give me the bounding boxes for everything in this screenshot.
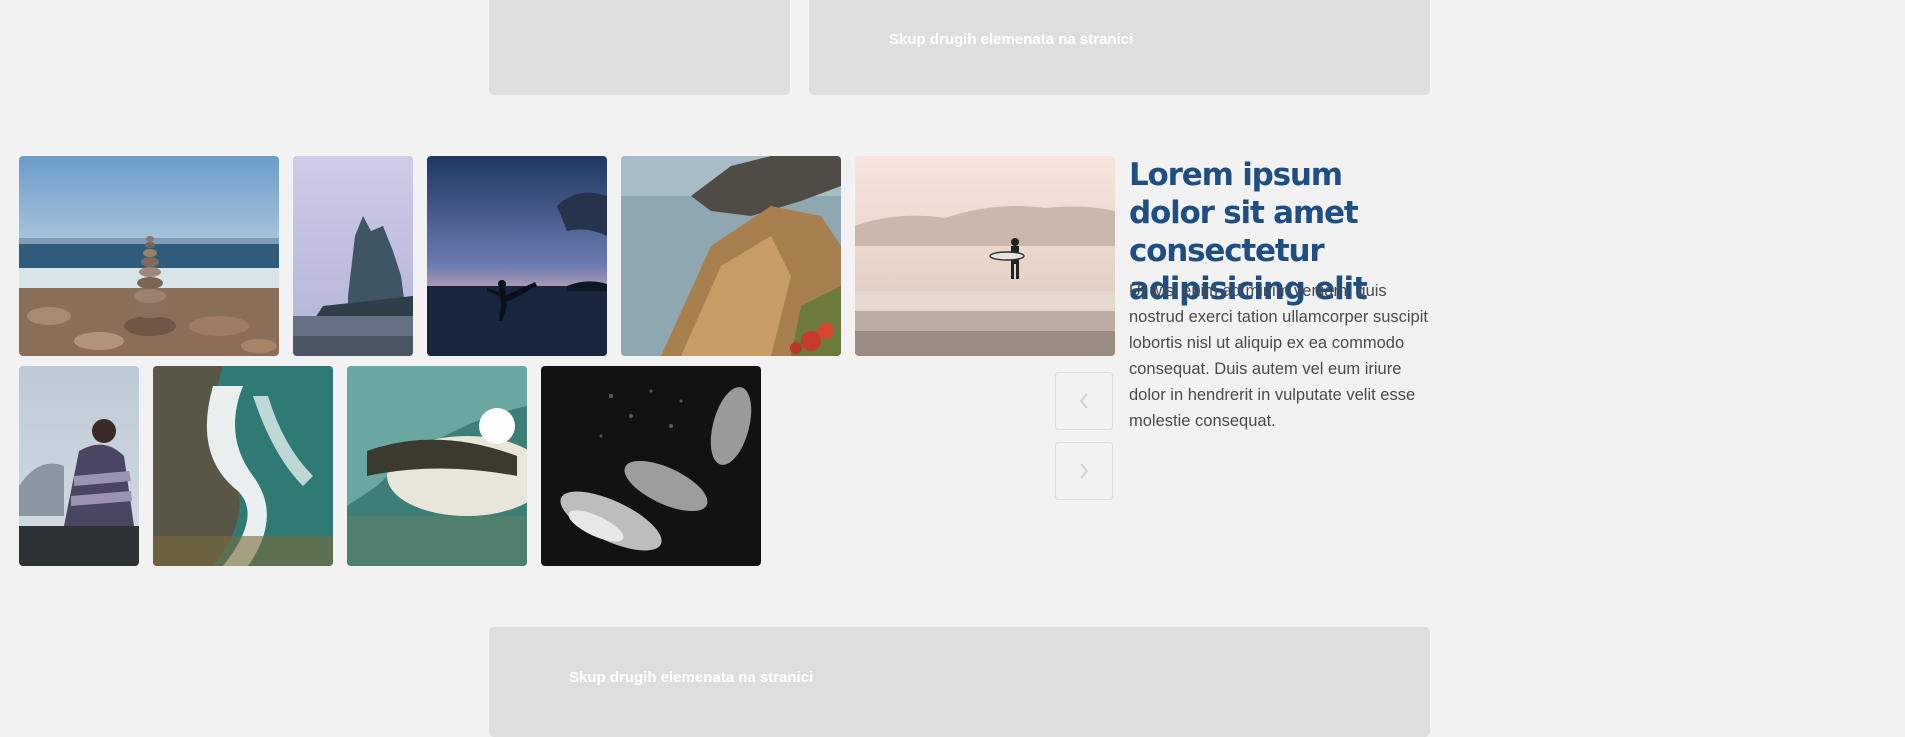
placeholder-label: Skup drugih elemenata na stranici	[569, 669, 814, 686]
surfer-on-beach-photo[interactable]	[855, 156, 1115, 356]
top-left-placeholder	[489, 0, 790, 95]
beach-kick-silhouette-photo[interactable]	[427, 156, 607, 356]
prev-button[interactable]	[1055, 372, 1113, 430]
stacked-stones-photo[interactable]	[19, 156, 279, 356]
woman-in-blanket-photo[interactable]	[19, 366, 139, 566]
placeholder-label: Skup drugih elemenata na stranici	[889, 31, 1134, 48]
chevron-left-icon	[1079, 393, 1088, 409]
wave-barrel-photo[interactable]	[347, 366, 527, 566]
bottom-placeholder: Skup drugih elemenata na stranici	[489, 627, 1430, 737]
coastal-cliff-photo[interactable]	[621, 156, 841, 356]
next-button[interactable]	[1055, 442, 1113, 500]
top-right-placeholder: Skup drugih elemenata na stranici	[809, 0, 1430, 95]
penguins-underwater-photo[interactable]	[541, 366, 761, 566]
article-body: Ut wisi enim ad minim veniam, quis nostr…	[1129, 282, 1428, 430]
wave-shore-aerial-photo[interactable]	[153, 366, 333, 566]
misty-island-trees-photo[interactable]	[293, 156, 413, 356]
chevron-right-icon	[1080, 463, 1089, 479]
